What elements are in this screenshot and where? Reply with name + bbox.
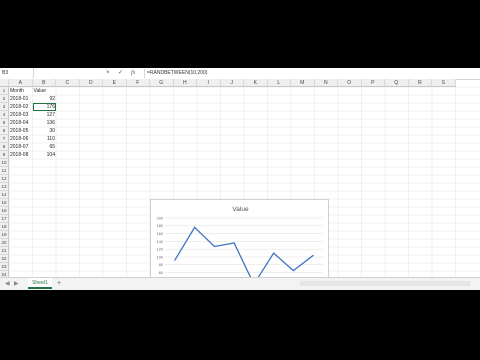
row-header-6[interactable]: 6 xyxy=(0,127,9,135)
sheet-tab-active[interactable]: Sheet1 xyxy=(28,278,52,289)
table-header-cell[interactable]: Value xyxy=(33,87,57,95)
name-box[interactable]: B3 xyxy=(0,68,34,78)
table-cell[interactable]: 2018-05 xyxy=(9,127,33,135)
row-header-5[interactable]: 5 xyxy=(0,119,9,127)
table-cell[interactable]: 2018-07 xyxy=(9,143,33,151)
table-cell[interactable]: 110 xyxy=(33,135,57,143)
y-tick-label: 60 xyxy=(159,271,163,275)
table-cell[interactable]: 136 xyxy=(33,119,57,127)
add-sheet-icon[interactable]: + xyxy=(57,279,61,289)
formula-separator xyxy=(144,69,145,78)
enter-icon[interactable]: ✓ xyxy=(118,69,123,77)
fx-icon[interactable]: fx xyxy=(131,69,135,77)
row-header-2[interactable]: 2 xyxy=(0,95,9,103)
row-header-19[interactable]: 19 xyxy=(0,231,9,239)
sheet-tab-bar: ◀ ▶ Sheet1 + xyxy=(0,277,480,290)
column-header-l[interactable]: L xyxy=(267,79,291,87)
cancel-icon[interactable]: × xyxy=(106,69,110,77)
table-cell[interactable]: 127 xyxy=(33,111,57,119)
column-header-c[interactable]: C xyxy=(56,79,80,87)
row-header-20[interactable]: 20 xyxy=(0,239,9,247)
column-header-q[interactable]: Q xyxy=(385,79,409,87)
row-header-7[interactable]: 7 xyxy=(0,135,9,143)
table-header-cell[interactable]: Month xyxy=(9,87,33,95)
chart-title: Value xyxy=(232,206,249,213)
prev-sheet-icon[interactable]: ◀ xyxy=(5,279,10,289)
y-tick-label: 200 xyxy=(157,216,163,220)
series-line xyxy=(174,226,314,285)
selected-cell-outline[interactable] xyxy=(32,103,56,111)
table-cell[interactable]: 30 xyxy=(33,127,57,135)
column-header-f[interactable]: F xyxy=(126,79,150,87)
column-header-e[interactable]: E xyxy=(103,79,127,87)
formula-input[interactable]: =RANDBETWEEN(10,200) xyxy=(147,68,207,78)
row-header-23[interactable]: 23 xyxy=(0,263,9,271)
row-header-18[interactable]: 18 xyxy=(0,223,9,231)
data-point xyxy=(174,259,176,261)
y-tick-label: 100 xyxy=(157,255,163,259)
column-header-n[interactable]: N xyxy=(314,79,338,87)
column-header-a[interactable]: A xyxy=(9,79,33,87)
data-point xyxy=(194,226,196,228)
row-header-22[interactable]: 22 xyxy=(0,255,9,263)
column-header-k[interactable]: K xyxy=(244,79,268,87)
column-header-d[interactable]: D xyxy=(79,79,103,87)
row-header-9[interactable]: 9 xyxy=(0,151,9,159)
row-header-17[interactable]: 17 xyxy=(0,215,9,223)
row-header-4[interactable]: 4 xyxy=(0,111,9,119)
table-cell[interactable]: 2018-06 xyxy=(9,135,33,143)
table-cell[interactable]: 65 xyxy=(33,143,57,151)
column-header-m[interactable]: M xyxy=(291,79,315,87)
y-tick-label: 180 xyxy=(157,224,163,228)
y-tick-label: 140 xyxy=(157,240,163,244)
column-header-g[interactable]: G xyxy=(150,79,174,87)
table-cell[interactable]: 2018-04 xyxy=(9,119,33,127)
data-point xyxy=(233,242,235,244)
y-tick-label: 80 xyxy=(159,263,163,267)
data-point xyxy=(312,254,314,257)
row-header-12[interactable]: 12 xyxy=(0,175,9,183)
column-header-h[interactable]: H xyxy=(173,79,197,87)
horizontal-scrollbar[interactable] xyxy=(300,281,470,286)
column-header-i[interactable]: I xyxy=(197,79,221,87)
table-cell[interactable]: 2018-01 xyxy=(9,95,33,103)
row-header-10[interactable]: 10 xyxy=(0,159,9,167)
column-header-s[interactable]: S xyxy=(432,79,456,87)
row-header-1[interactable]: 1 xyxy=(0,87,9,95)
row-header-15[interactable]: 15 xyxy=(0,199,9,207)
spreadsheet-window: B3 × ✓ fx =RANDBETWEEN(10,200) ABCDEFGHI… xyxy=(0,68,480,290)
y-tick-label: 120 xyxy=(157,248,163,252)
table-cell[interactable]: 104 xyxy=(33,151,57,159)
table-cell[interactable]: 2018-03 xyxy=(9,111,33,119)
column-header-p[interactable]: P xyxy=(361,79,385,87)
table-cell[interactable]: 2018-08 xyxy=(9,151,33,159)
column-header-b[interactable]: B xyxy=(32,79,56,87)
row-header-8[interactable]: 8 xyxy=(0,143,9,151)
table-cell[interactable]: 92 xyxy=(33,95,57,103)
data-point xyxy=(213,245,215,248)
column-header-j[interactable]: J xyxy=(220,79,244,87)
row-header-14[interactable]: 14 xyxy=(0,191,9,199)
row-header-16[interactable]: 16 xyxy=(0,207,9,215)
column-header-r[interactable]: R xyxy=(408,79,432,87)
row-header-13[interactable]: 13 xyxy=(0,183,9,191)
row-header-3[interactable]: 3 xyxy=(0,103,9,111)
data-point xyxy=(273,252,275,254)
table-cell[interactable]: 2018-02 xyxy=(9,103,33,111)
row-header-21[interactable]: 21 xyxy=(0,247,9,255)
data-point xyxy=(292,270,294,272)
y-tick-label: 160 xyxy=(157,232,163,236)
column-header-o[interactable]: O xyxy=(338,79,362,87)
row-header-11[interactable]: 11 xyxy=(0,167,9,175)
next-sheet-icon[interactable]: ▶ xyxy=(14,279,19,289)
